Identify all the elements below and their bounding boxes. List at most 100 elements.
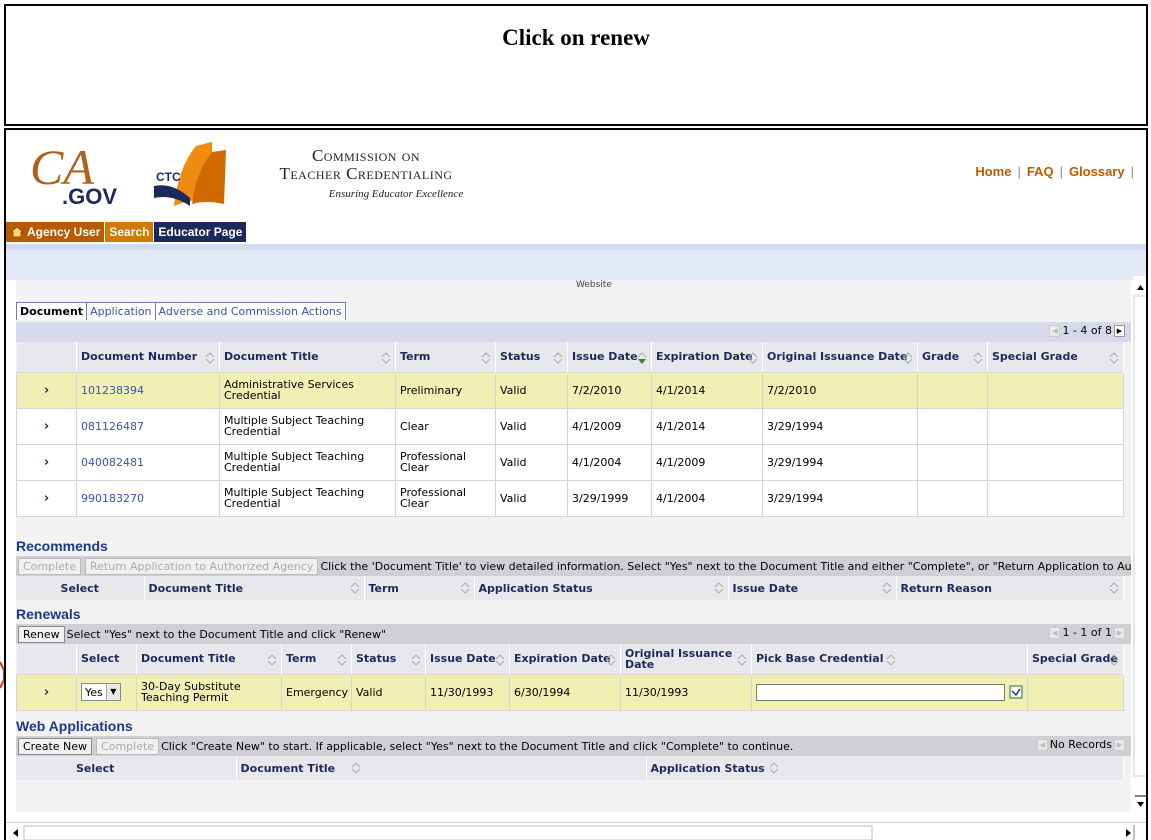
- base-credential-cell: [751, 673, 1028, 711]
- base-credential-input[interactable]: [756, 683, 1006, 701]
- col-issue-date[interactable]: Issue Date: [567, 342, 652, 372]
- document-status: Valid: [495, 479, 568, 517]
- renewals-title: Renewals: [16, 606, 81, 622]
- renewals-page-range: 1 - 1 of 1: [1062, 626, 1112, 639]
- col-select: Select: [16, 756, 237, 780]
- next-page-icon[interactable]: ▶: [1114, 738, 1125, 751]
- col-select: Select: [76, 644, 137, 674]
- col-special-grade[interactable]: Special Grade: [1027, 644, 1124, 674]
- nav-educator-page[interactable]: Educator Page: [153, 222, 247, 242]
- col-special-grade[interactable]: Special Grade: [987, 342, 1124, 372]
- col-document-title[interactable]: Document Title: [136, 644, 282, 674]
- expand-row-icon[interactable]: ›: [16, 479, 77, 517]
- sort-icon: [350, 582, 359, 594]
- lookup-icon[interactable]: [1009, 685, 1023, 699]
- col-status[interactable]: Status: [495, 342, 568, 372]
- prev-page-icon[interactable]: ◀: [1036, 738, 1048, 751]
- expand-row-icon[interactable]: ›: [16, 673, 77, 711]
- sort-icon: [205, 352, 215, 364]
- sort-icon: [903, 352, 913, 364]
- sort-icon: [337, 654, 347, 666]
- document-grade: [917, 443, 988, 481]
- document-number-link[interactable]: 101238394: [76, 371, 220, 409]
- link-separator: |: [1059, 164, 1063, 179]
- sort-icon: [411, 654, 421, 666]
- ca-gov-logo[interactable]: CA .GOV: [28, 136, 128, 211]
- col-document-title[interactable]: Document Title: [219, 342, 396, 372]
- agency-line-1: Commission on: [311, 146, 421, 165]
- col-term[interactable]: Term: [281, 644, 352, 674]
- renewal-select-dropdown[interactable]: Yes ▼: [81, 683, 121, 701]
- home-link[interactable]: Home: [975, 164, 1011, 179]
- web-applications-instructions: Click "Create New" to start. If applicab…: [161, 739, 794, 753]
- col-document-title[interactable]: Document Title: [236, 756, 647, 780]
- return-application-button[interactable]: Return Application to Authorized Agency: [85, 557, 319, 575]
- next-page-icon[interactable]: ▶: [1114, 324, 1125, 337]
- faq-link[interactable]: FAQ: [1027, 164, 1054, 179]
- renewal-term: Emergency: [281, 673, 352, 711]
- tab-application[interactable]: Application: [86, 302, 156, 320]
- recommends-instructions: Click the 'Document Title' to view detai…: [320, 559, 1131, 573]
- col-return-reason[interactable]: Return Reason: [896, 576, 1124, 600]
- nav-agency-user-label: Agency User: [27, 225, 101, 239]
- sort-icon: [748, 352, 758, 364]
- web-complete-button[interactable]: Complete: [96, 737, 160, 755]
- prev-page-icon[interactable]: ◀: [1049, 324, 1061, 337]
- renew-button[interactable]: Renew: [18, 625, 65, 643]
- tab-document[interactable]: Document: [16, 302, 88, 320]
- document-expiration-date: 4/1/2009: [651, 443, 763, 481]
- ctc-logo[interactable]: CTC: [134, 138, 244, 213]
- vertical-scrollbar[interactable]: [1133, 276, 1146, 812]
- table-row[interactable]: › 081126487 Multiple Subject Teaching Cr…: [16, 407, 1124, 445]
- sort-icon: [769, 762, 778, 774]
- link-separator: |: [1130, 164, 1134, 179]
- recommends-complete-button[interactable]: Complete: [18, 557, 82, 575]
- col-application-status[interactable]: Application Status: [646, 756, 1124, 780]
- document-number-link[interactable]: 040082481: [76, 443, 220, 481]
- col-pick-base-credential[interactable]: Pick Base Credential: [751, 644, 1028, 674]
- table-row[interactable]: › 101238394 Administrative Services Cred…: [16, 371, 1124, 409]
- expand-row-icon[interactable]: ›: [16, 407, 77, 445]
- col-document-number[interactable]: Document Number: [76, 342, 220, 372]
- document-number-link[interactable]: 081126487: [76, 407, 220, 445]
- expand-row-icon[interactable]: ›: [16, 371, 77, 409]
- col-grade[interactable]: Grade: [917, 342, 988, 372]
- col-original-issuance-date[interactable]: Original Issuance Date: [762, 342, 918, 372]
- document-number-link[interactable]: 990183270: [76, 479, 220, 517]
- nav-search[interactable]: Search: [104, 222, 154, 242]
- col-status[interactable]: Status: [351, 644, 426, 674]
- scroll-up-icon: [1137, 285, 1144, 290]
- document-tabs: Document Application Adverse and Commiss…: [16, 302, 346, 320]
- glossary-link[interactable]: Glossary: [1069, 164, 1125, 179]
- web-applications-action-bar: Create New Complete Click "Create New" t…: [16, 736, 1131, 756]
- prev-page-icon[interactable]: ◀: [1049, 626, 1061, 639]
- site-header: CA .GOV CTC Commission on Teacher Creden…: [6, 130, 1146, 222]
- document-grade: [917, 407, 988, 445]
- table-row[interactable]: › 990183270 Multiple Subject Teaching Cr…: [16, 479, 1124, 517]
- col-application-status[interactable]: Application Status: [474, 576, 729, 600]
- sort-icon: [973, 352, 983, 364]
- col-issue-date[interactable]: Issue Date: [728, 576, 897, 600]
- document-term: Clear: [395, 407, 496, 445]
- col-document-title[interactable]: Document Title: [144, 576, 365, 600]
- nav-agency-user[interactable]: Agency User: [6, 222, 105, 242]
- table-row[interactable]: › 040082481 Multiple Subject Teaching Cr…: [16, 443, 1124, 481]
- expand-row-icon[interactable]: ›: [16, 443, 77, 481]
- document-expiration-date: 4/1/2004: [651, 479, 763, 517]
- table-row[interactable]: › Yes ▼ 30-Day Substitute Teaching Permit…: [16, 673, 1124, 711]
- col-term[interactable]: Term: [395, 342, 496, 372]
- renewal-original-date: 11/30/1993: [620, 673, 752, 711]
- col-expiration-date[interactable]: Expiration Date: [651, 342, 763, 372]
- main-nav: Agency User Search Educator Page: [6, 222, 247, 244]
- create-new-button[interactable]: Create New: [18, 737, 93, 755]
- col-original-issuance-date[interactable]: Original Issuance Date: [620, 644, 752, 674]
- renewals-action-bar: Renew Select "Yes" next to the Document …: [16, 624, 1131, 644]
- horizontal-scrollbar[interactable]: [6, 822, 1146, 840]
- col-expiration-date[interactable]: Expiration Date: [509, 644, 621, 674]
- col-term[interactable]: Term: [364, 576, 475, 600]
- tab-adverse-actions[interactable]: Adverse and Commission Actions: [154, 302, 346, 320]
- document-term: Professional Clear: [395, 479, 496, 517]
- next-page-icon[interactable]: ▶: [1114, 626, 1125, 639]
- col-issue-date[interactable]: Issue Date: [425, 644, 510, 674]
- web-applications-records: No Records: [1049, 738, 1112, 751]
